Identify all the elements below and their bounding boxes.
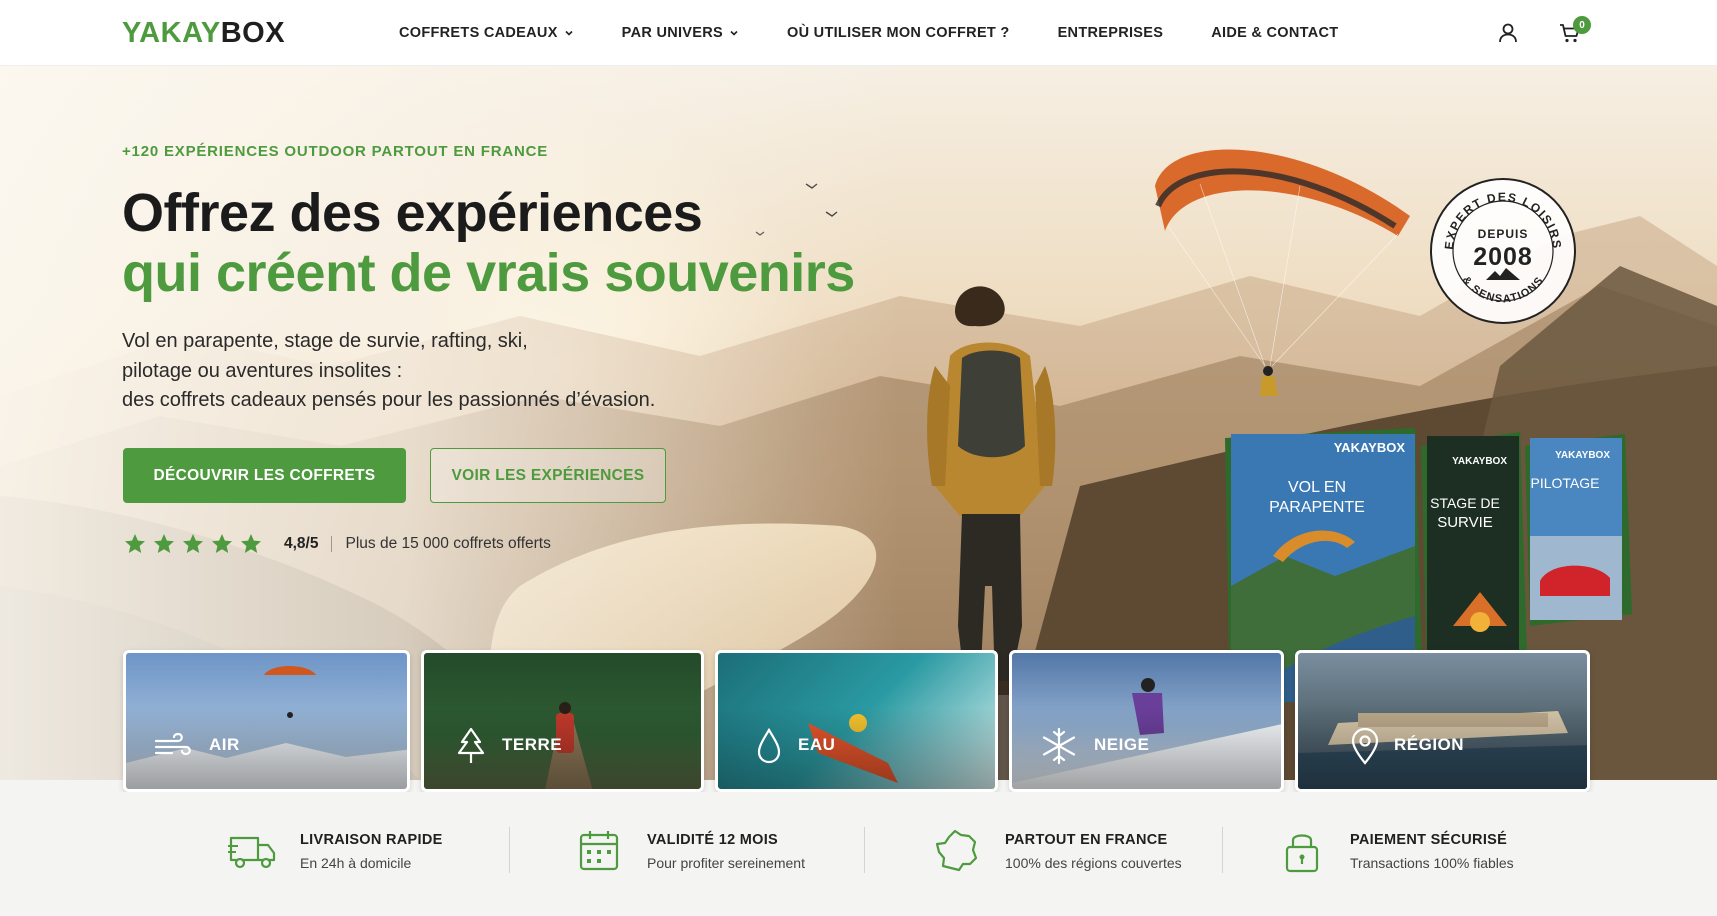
category-card-eau[interactable]: EAU xyxy=(715,650,998,792)
cart-count-badge: 0 xyxy=(1573,16,1591,34)
nav-label: COFFRETS CADEAUX xyxy=(399,25,558,41)
water-drop-icon xyxy=(757,727,781,764)
feature-subtitle: En 24h à domicile xyxy=(300,855,412,871)
svg-text:PARAPENTE: PARAPENTE xyxy=(1269,499,1365,516)
feature-divider xyxy=(1222,827,1223,873)
feature-validite: VALIDITÉ 12 MOIS Pour profiter sereineme… xyxy=(575,828,805,874)
discover-boxes-button[interactable]: DÉCOUVRIR LES COFFRETS xyxy=(123,448,406,503)
main-nav: COFFRETS CADEAUX PAR UNIVERS OÙ UTILISER… xyxy=(399,0,1386,66)
rating-divider xyxy=(331,536,333,552)
svg-text:VOL EN: VOL EN xyxy=(1288,479,1346,496)
site-header: YAKAYBOX COFFRETS CADEAUX PAR UNIVERS OÙ… xyxy=(0,0,1717,66)
hero-title-line1: Offrez des expériences xyxy=(122,183,703,243)
feature-title: LIVRAISON RAPIDE xyxy=(300,832,443,848)
rating-note: Plus de 15 000 coffrets offerts xyxy=(345,535,551,552)
chevron-down-icon xyxy=(564,28,574,38)
truck-icon xyxy=(228,836,276,869)
category-label: RÉGION xyxy=(1394,735,1465,754)
hero-desc-line3: des coffrets cadeaux pensés pour les pas… xyxy=(122,389,656,411)
hero-desc-line2: pilotage ou aventures insolites : xyxy=(122,359,403,382)
seal-small-text: DEPUIS xyxy=(1478,227,1529,241)
star-icon xyxy=(154,534,174,553)
hero-eyebrow: +120 EXPÉRIENCES OUTDOOR PARTOUT EN FRAN… xyxy=(122,143,549,160)
feature-subtitle: Transactions 100% fiables xyxy=(1350,855,1514,871)
logo-part-green: YAKAY xyxy=(122,17,221,49)
chevron-down-icon xyxy=(729,28,739,38)
user-icon[interactable] xyxy=(1496,21,1520,45)
brand-logo[interactable]: YAKAYBOX xyxy=(122,18,285,48)
expert-seal-badge: EXPERT DES LOISIRS & SENSATIONS DEPUIS 2… xyxy=(1430,178,1576,324)
svg-text:YAKAYBOX: YAKAYBOX xyxy=(1334,440,1406,455)
category-card-air[interactable]: AIR xyxy=(123,650,410,792)
nav-label: OÙ UTILISER MON COFFRET ? xyxy=(787,25,1010,41)
feature-subtitle: 100% des régions couvertes xyxy=(1005,855,1182,871)
hero-description: Vol en parapente, stage de survie, rafti… xyxy=(122,327,762,416)
feature-subtitle: Pour profiter sereinement xyxy=(647,855,805,871)
france-map-icon xyxy=(935,829,978,872)
calendar-icon xyxy=(579,831,619,871)
category-label: EAU xyxy=(798,735,836,754)
star-icon xyxy=(125,534,145,553)
star-icon xyxy=(183,534,203,553)
svg-text:YAKAYBOX: YAKAYBOX xyxy=(1555,450,1610,461)
box-survie: YAKAYBOX STAGE DE xyxy=(1421,432,1527,672)
nav-label: AIDE & CONTACT xyxy=(1211,25,1339,41)
snowflake-icon xyxy=(1042,727,1076,765)
box-pilotage: YAKAYBOX PILOTAGE xyxy=(1525,434,1632,626)
category-label: AIR xyxy=(209,735,240,754)
feature-title: PARTOUT EN FRANCE xyxy=(1005,832,1168,848)
nav-entreprises[interactable]: ENTREPRISES xyxy=(1058,25,1164,41)
category-card-region[interactable]: RÉGION xyxy=(1295,650,1590,792)
feature-title: PAIEMENT SÉCURISÉ xyxy=(1350,832,1508,848)
category-label: TERRE xyxy=(502,735,563,754)
wind-icon xyxy=(154,732,191,756)
hero-desc-line1: Vol en parapente, stage de survie, rafti… xyxy=(122,330,528,352)
nav-par-univers[interactable]: PAR UNIVERS xyxy=(622,25,739,41)
feature-france: PARTOUT EN FRANCE 100% des régions couve… xyxy=(933,828,1182,874)
rating-stars xyxy=(123,532,268,556)
location-pin-icon xyxy=(1351,727,1379,765)
star-icon xyxy=(241,534,261,553)
hero-title-line2: qui créent de vrais souvenirs xyxy=(122,243,855,303)
lock-icon xyxy=(1285,834,1319,873)
svg-text:STAGE DE: STAGE DE xyxy=(1430,495,1500,511)
nav-label: ENTREPRISES xyxy=(1057,25,1164,41)
see-experiences-button[interactable]: VOIR LES EXPÉRIENCES xyxy=(430,448,666,503)
feature-paiement: PAIEMENT SÉCURISÉ Transactions 100% fiab… xyxy=(1278,828,1514,874)
nav-ou-utiliser[interactable]: OÙ UTILISER MON COFFRET ? xyxy=(787,25,1010,41)
tree-icon xyxy=(457,727,485,763)
feature-livraison: LIVRAISON RAPIDE En 24h à domicile xyxy=(228,828,443,874)
rating-summary: 4,8/5 Plus de 15 000 coffrets offerts xyxy=(123,532,551,556)
feature-divider xyxy=(864,827,865,873)
svg-text:YAKAYBOX: YAKAYBOX xyxy=(1452,456,1507,467)
seal-year: 2008 xyxy=(1473,243,1533,271)
star-icon xyxy=(212,534,232,553)
logo-part-dark: BOX xyxy=(220,17,286,49)
nav-aide-contact[interactable]: AIDE & CONTACT xyxy=(1211,25,1338,41)
nav-coffrets-cadeaux[interactable]: COFFRETS CADEAUX xyxy=(399,25,574,41)
nav-label: PAR UNIVERS xyxy=(621,25,723,41)
svg-text:PILOTAGE: PILOTAGE xyxy=(1531,475,1600,491)
category-label: NEIGE xyxy=(1094,735,1150,754)
feature-divider xyxy=(509,827,510,873)
category-card-neige[interactable]: NEIGE xyxy=(1009,650,1284,792)
features-bar: LIVRAISON RAPIDE En 24h à domicile VALID… xyxy=(0,792,1717,916)
rating-value: 4,8/5 xyxy=(284,535,319,552)
box-survie-line2: SURVIE xyxy=(1437,514,1493,531)
feature-title: VALIDITÉ 12 MOIS xyxy=(647,832,779,848)
category-card-terre[interactable]: TERRE xyxy=(421,650,704,792)
